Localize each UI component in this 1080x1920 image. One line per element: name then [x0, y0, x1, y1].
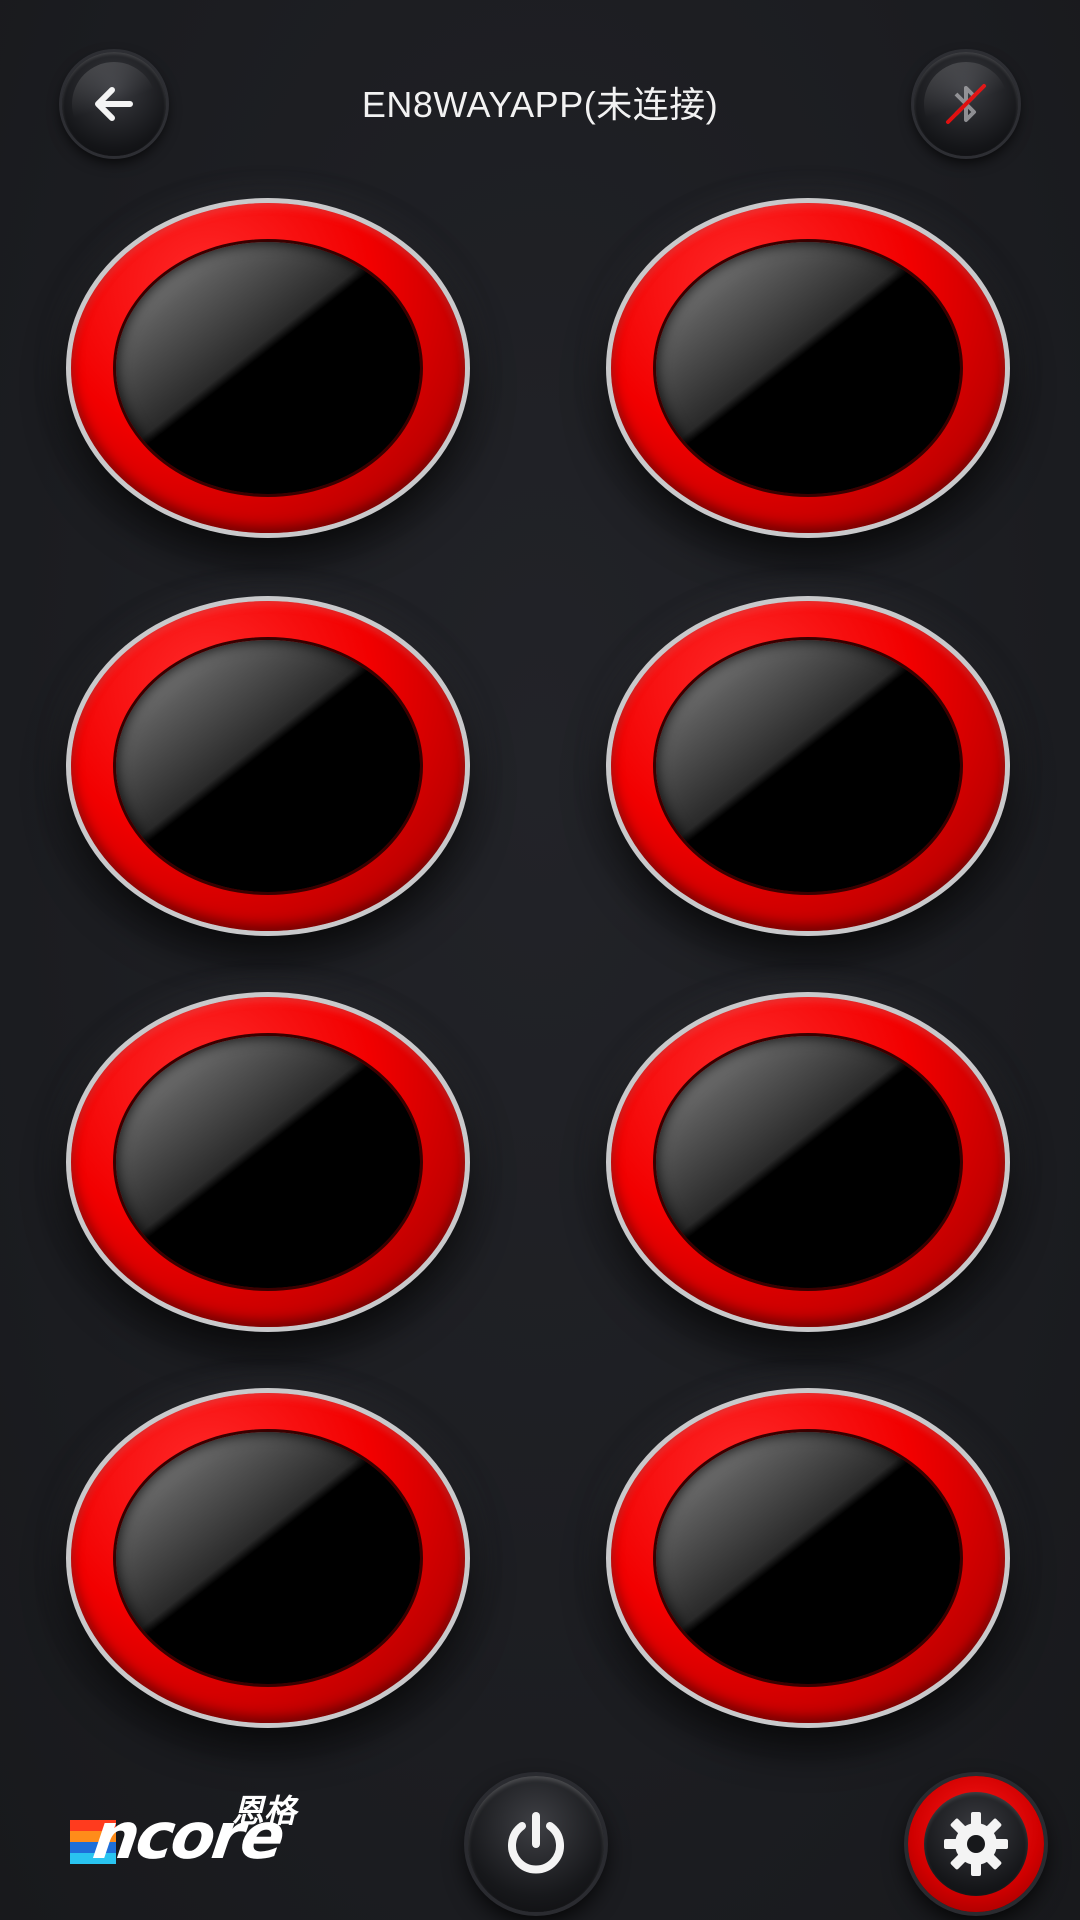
bluetooth-button[interactable] [914, 52, 1018, 156]
power-icon [508, 1812, 564, 1874]
switch-1[interactable] [66, 198, 470, 538]
switch-face [656, 640, 960, 892]
switch-face [116, 640, 420, 892]
settings-button-face [924, 1792, 1028, 1896]
switch-7[interactable] [66, 1388, 470, 1728]
gear-icon [944, 1812, 1008, 1876]
switch-2[interactable] [606, 198, 1010, 538]
switch-face [116, 242, 420, 494]
switch-6[interactable] [606, 992, 1010, 1332]
header: EN8WAYAPP(未连接) [0, 0, 1080, 200]
switch-5[interactable] [66, 992, 470, 1332]
power-button[interactable] [468, 1776, 604, 1912]
switch-face [656, 1036, 960, 1288]
switch-grid [0, 196, 1080, 1736]
logo-chinese-text: 恩格 [232, 1792, 297, 1830]
page-title: EN8WAYAPP(未连接) [361, 84, 719, 125]
switch-8[interactable] [606, 1388, 1010, 1728]
encore-logo: ncore 恩格 [70, 1792, 350, 1874]
back-button[interactable] [62, 52, 166, 156]
switch-face [656, 242, 960, 494]
app-screen: EN8WAYAPP(未连接) ncore 恩格 [0, 0, 1080, 1920]
switch-face [116, 1036, 420, 1288]
switch-face [116, 1432, 420, 1684]
switch-4[interactable] [606, 596, 1010, 936]
settings-button[interactable] [908, 1776, 1044, 1912]
switch-face [656, 1432, 960, 1684]
switch-3[interactable] [66, 596, 470, 936]
bluetooth-off-icon [946, 84, 986, 124]
arrow-left-icon [95, 87, 133, 121]
